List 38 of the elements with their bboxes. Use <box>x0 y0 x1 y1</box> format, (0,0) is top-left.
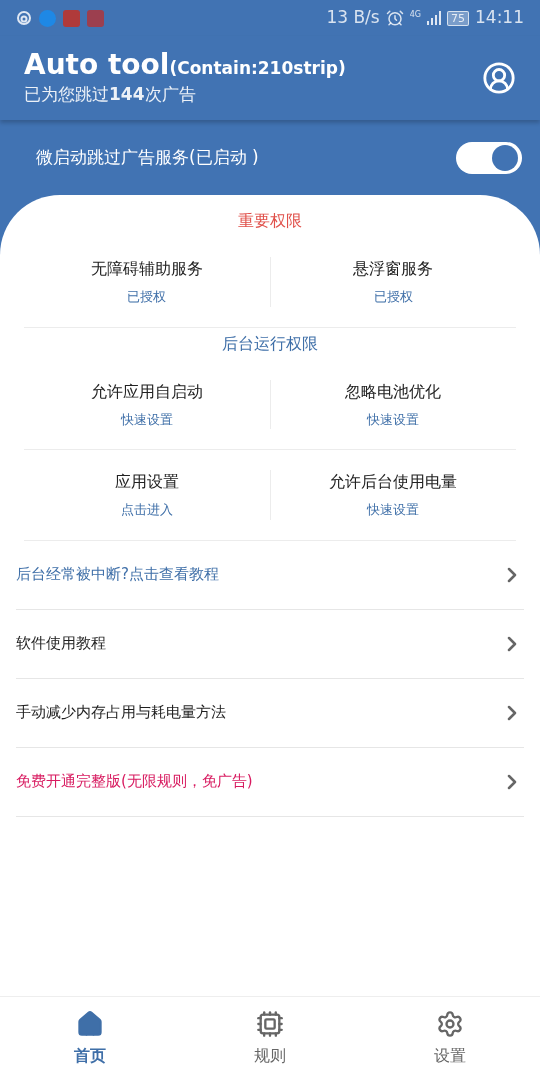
menu-link[interactable]: 免费开通完整版(无限规则，免广告) <box>16 747 524 817</box>
home-icon <box>76 1009 104 1038</box>
nav-tab[interactable]: 设置 <box>360 997 540 1080</box>
link-label: 手动减少内存占用与耗电量方法 <box>16 702 226 724</box>
permission-item[interactable]: 无障碍辅助服务 已授权 <box>24 257 270 307</box>
network-speed: 13 B/s <box>326 6 380 30</box>
app-icon <box>39 9 56 27</box>
app-title: Auto tool <box>24 48 170 83</box>
app-icon <box>63 9 80 27</box>
section-title: 后台运行权限 <box>222 332 318 355</box>
permission-item[interactable]: 允许应用自启动 快速设置 <box>24 379 270 429</box>
section-title: 重要权限 <box>238 210 302 232</box>
menu-link[interactable]: 后台经常被中断?点击查看教程 <box>16 540 524 610</box>
nav-tab[interactable]: 首页 <box>0 997 180 1080</box>
link-label: 软件使用教程 <box>16 633 106 655</box>
battery-level: 75 <box>447 10 469 26</box>
clock-time: 14:11 <box>475 6 524 30</box>
skip-count: 已为您跳过144次广告 <box>24 83 197 107</box>
settings-icon <box>436 1009 464 1038</box>
menu-link[interactable]: 手动减少内存占用与耗电量方法 <box>16 678 524 748</box>
swirl-icon <box>16 10 32 26</box>
chip-icon <box>256 1009 284 1038</box>
network-type: 4G <box>409 11 421 20</box>
signal-icon <box>427 11 441 25</box>
permission-item[interactable]: 允许后台使用电量 快速设置 <box>269 470 516 520</box>
service-toggle[interactable] <box>456 141 522 174</box>
link-label: 免费开通完整版(无限规则，免广告) <box>16 771 253 793</box>
menu-link[interactable]: 软件使用教程 <box>16 609 524 679</box>
nav-tab[interactable]: 规则 <box>180 997 360 1080</box>
profile-button[interactable] <box>482 61 516 95</box>
permission-item[interactable]: 应用设置 点击进入 <box>24 470 270 520</box>
service-label: 微启动跳过广告服务(已启动 ) <box>36 145 259 169</box>
title-note: (Contain:210strip) <box>169 57 346 81</box>
alarm-icon <box>385 9 404 27</box>
app-icon <box>87 9 104 27</box>
permission-item[interactable]: 忽略电池优化 快速设置 <box>269 379 516 429</box>
permission-item[interactable]: 悬浮窗服务 已授权 <box>269 257 516 307</box>
link-label: 后台经常被中断?点击查看教程 <box>16 564 219 586</box>
